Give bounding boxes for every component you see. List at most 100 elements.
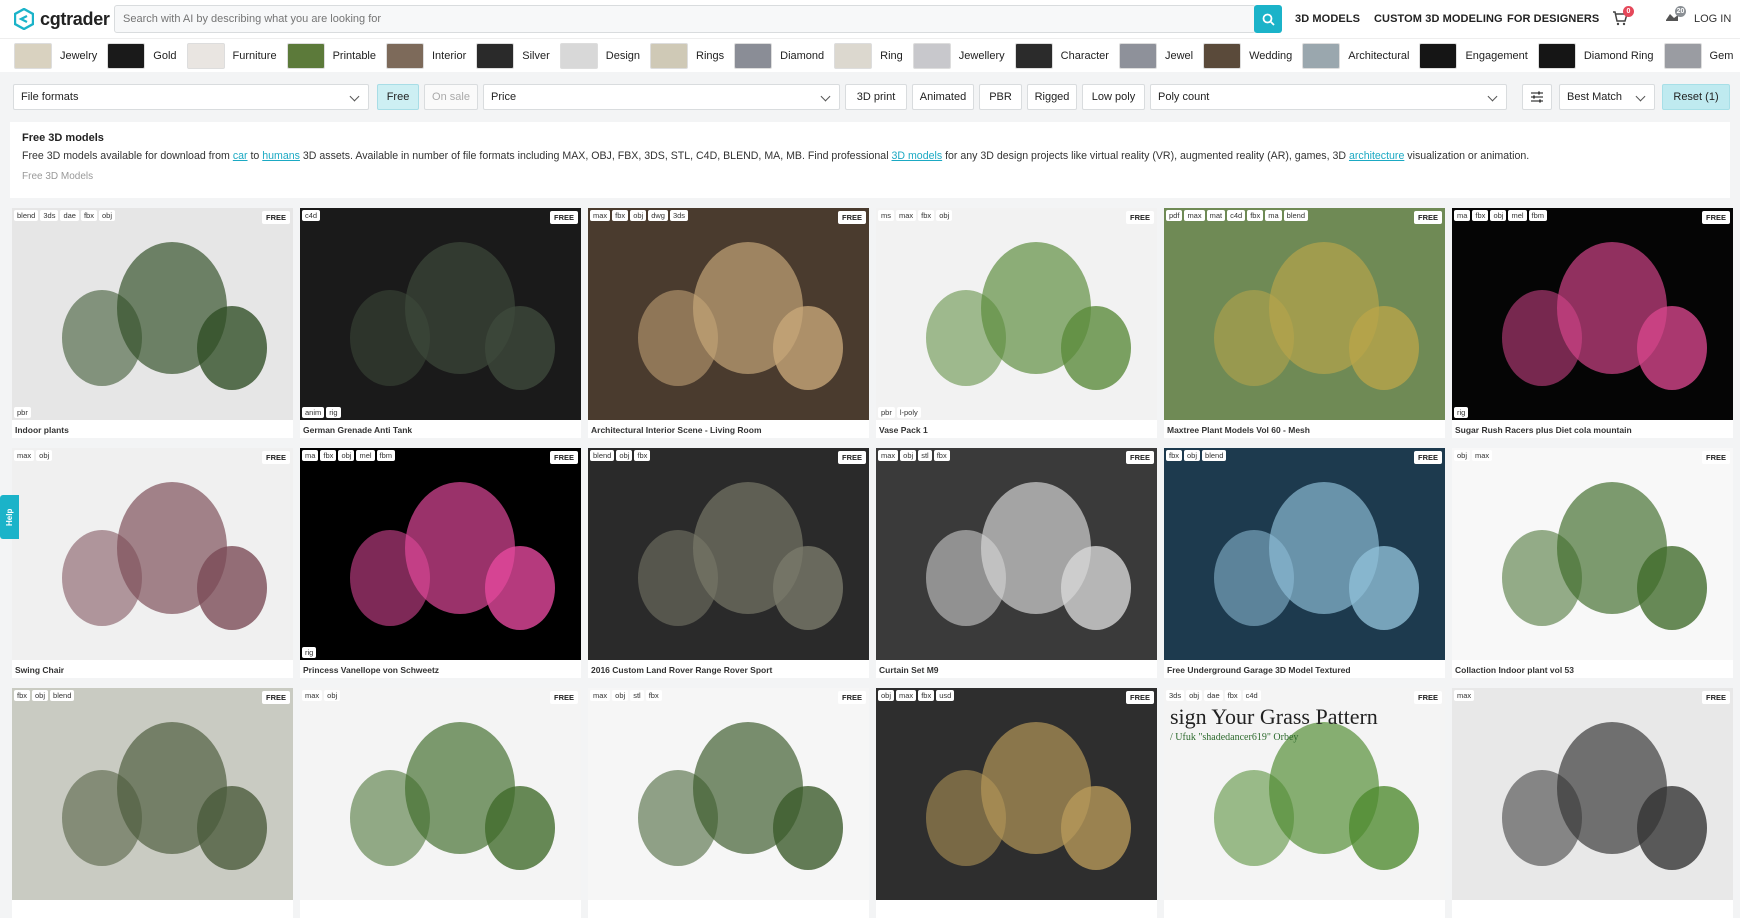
model-card[interactable]: ma fbx obj mel fbm rig FREE Sugar Rush Racers p… xyxy=(1452,208,1733,438)
model-title[interactable]: Vase Pack 1 xyxy=(879,425,928,435)
model-preview-art xyxy=(1502,242,1707,390)
model-thumbnail[interactable]: obj max fbx usd FREE xyxy=(876,688,1157,900)
model-card[interactable]: sign Your Grass Pattern / Ufuk "shadedanc… xyxy=(1164,688,1445,918)
on-sale-filter-button[interactable]: On sale xyxy=(424,84,478,110)
price-select[interactable]: Price xyxy=(483,84,840,110)
model-title[interactable]: Collaction Indoor plant vol 53 xyxy=(1455,665,1574,675)
low-poly-filter-button[interactable]: Low poly xyxy=(1082,84,1145,110)
model-title[interactable]: Free Underground Garage 3D Model Texture… xyxy=(1167,665,1351,675)
model-thumbnail[interactable]: ms max fbx obj pbr l-poly FREE xyxy=(876,208,1157,420)
model-thumbnail[interactable]: max FREE xyxy=(1452,688,1733,900)
reset-button[interactable]: Reset (1) xyxy=(1662,84,1730,110)
cart-button[interactable]: 0 xyxy=(1612,6,1634,31)
model-thumbnail[interactable]: blend obj fbx FREE xyxy=(588,448,869,660)
search-box[interactable] xyxy=(114,5,1256,33)
model-card[interactable]: blend obj fbx FREE 2016 Custom Land Rover Ra… xyxy=(588,448,869,678)
file-formats-select[interactable]: File formats xyxy=(13,84,369,110)
model-thumbnail[interactable]: c4d anim rig FREE xyxy=(300,208,581,420)
category-item[interactable]: Jewelry xyxy=(14,42,97,69)
model-card[interactable]: ma fbx obj mel fbm rig FREE Princess Vanellope … xyxy=(300,448,581,678)
category-item[interactable]: Character xyxy=(1014,42,1109,69)
search-input[interactable] xyxy=(115,6,1255,32)
category-item[interactable]: Gold xyxy=(107,42,177,69)
model-title[interactable]: Indoor plants xyxy=(15,425,69,435)
format-tag: fbx xyxy=(1166,450,1183,461)
model-title[interactable]: Curtain Set M9 xyxy=(879,665,939,675)
model-thumbnail[interactable]: blend 3ds dae fbx obj pbr FREE xyxy=(12,208,293,420)
category-item[interactable]: Wedding xyxy=(1203,42,1292,69)
category-label: Jewel xyxy=(1164,49,1194,62)
category-item[interactable]: Furniture xyxy=(186,42,277,69)
3d-print-filter-button[interactable]: 3D print xyxy=(845,84,907,110)
category-item[interactable]: Silver xyxy=(476,42,550,69)
free-filter-button[interactable]: Free xyxy=(377,84,419,110)
category-item[interactable]: Diamond xyxy=(734,42,824,69)
humans-link[interactable]: humans xyxy=(262,150,300,162)
model-thumbnail[interactable]: max obj stl fbx FREE xyxy=(876,448,1157,660)
advanced-filters-button[interactable] xyxy=(1522,84,1552,110)
model-thumbnail[interactable]: max obj FREE xyxy=(12,448,293,660)
model-card[interactable]: max FREE xyxy=(1452,688,1733,918)
model-card[interactable]: c4d anim rig FREE German Grenade Anti Tank xyxy=(300,208,581,438)
model-thumbnail[interactable]: max obj FREE xyxy=(300,688,581,900)
category-item[interactable]: Printable xyxy=(286,42,376,69)
format-tags: max obj xyxy=(14,450,53,461)
model-thumbnail[interactable]: ma fbx obj mel fbm rig FREE xyxy=(1452,208,1733,420)
model-title[interactable]: Maxtree Plant Models Vol 60 - Mesh xyxy=(1167,425,1310,435)
nav-3d-models[interactable]: 3D MODELS xyxy=(1295,13,1360,25)
nav-custom-modeling[interactable]: CUSTOM 3D MODELING xyxy=(1374,13,1503,25)
logo[interactable]: cgtrader xyxy=(14,8,110,30)
category-item[interactable]: Interior xyxy=(386,42,466,69)
category-item[interactable]: Jewel xyxy=(1118,42,1194,69)
model-card[interactable]: obj max fbx usd FREE xyxy=(876,688,1157,918)
category-item[interactable]: Gem xyxy=(1663,42,1733,69)
breadcrumb[interactable]: Free 3D Models xyxy=(22,171,1718,182)
architecture-link[interactable]: architecture xyxy=(1349,150,1404,162)
model-card[interactable]: pdf max mat c4d fbx ma blend FREE Maxtree Plant … xyxy=(1164,208,1445,438)
model-thumbnail[interactable]: max fbx obj dwg 3ds FREE xyxy=(588,208,869,420)
model-card[interactable]: max obj FREE xyxy=(300,688,581,918)
category-item[interactable]: Diamond Ring xyxy=(1537,42,1654,69)
pbr-filter-button[interactable]: PBR xyxy=(979,84,1022,110)
rigged-filter-button[interactable]: Rigged xyxy=(1027,84,1077,110)
model-thumbnail[interactable]: max obj stl fbx FREE xyxy=(588,688,869,900)
model-card[interactable]: blend 3ds dae fbx obj pbr FREE Indoor plants xyxy=(12,208,293,438)
model-title[interactable]: German Grenade Anti Tank xyxy=(303,425,412,435)
category-item[interactable]: Engagement xyxy=(1419,42,1528,69)
car-link[interactable]: car xyxy=(233,150,248,162)
search-button[interactable] xyxy=(1254,5,1282,33)
poly-count-select[interactable]: Poly count xyxy=(1150,84,1507,110)
model-title[interactable]: Princess Vanellope von Schweetz xyxy=(303,665,439,675)
model-thumbnail[interactable]: pdf max mat c4d fbx ma blend FREE xyxy=(1164,208,1445,420)
category-item[interactable]: Design xyxy=(559,42,640,69)
model-card[interactable]: fbx obj blend FREE xyxy=(12,688,293,918)
model-card[interactable]: obj max FREE Collaction Indoor plant vol 53 xyxy=(1452,448,1733,678)
model-thumbnail[interactable]: obj max FREE xyxy=(1452,448,1733,660)
model-title[interactable]: Architectural Interior Scene - Living Ro… xyxy=(591,425,762,435)
category-item[interactable]: Rings xyxy=(650,42,724,69)
free-badge: FREE xyxy=(1125,451,1154,464)
model-thumbnail[interactable]: fbx obj blend FREE xyxy=(12,688,293,900)
login-link[interactable]: LOG IN xyxy=(1694,13,1731,25)
model-card[interactable]: max fbx obj dwg 3ds FREE Architectural Interio… xyxy=(588,208,869,438)
animated-filter-button[interactable]: Animated xyxy=(912,84,974,110)
model-card[interactable]: fbx obj blend FREE Free Underground Garage 3… xyxy=(1164,448,1445,678)
category-item[interactable]: Jewellery xyxy=(912,42,1005,69)
wishlist-button[interactable]: 20 xyxy=(1664,6,1686,31)
model-thumbnail[interactable]: ma fbx obj mel fbm rig FREE xyxy=(300,448,581,660)
model-title[interactable]: Sugar Rush Racers plus Diet cola mountai… xyxy=(1455,425,1632,435)
model-thumbnail[interactable]: sign Your Grass Pattern / Ufuk "shadedanc… xyxy=(1164,688,1445,900)
model-title[interactable]: Swing Chair xyxy=(15,665,64,675)
category-item[interactable]: Architectural xyxy=(1302,42,1409,69)
3d-models-link[interactable]: 3D models xyxy=(892,150,943,162)
category-item[interactable]: Ring xyxy=(834,42,903,69)
nav-for-designers[interactable]: FOR DESIGNERS xyxy=(1507,13,1599,25)
model-card[interactable]: max obj stl fbx FREE xyxy=(588,688,869,918)
model-card[interactable]: max obj FREE Swing Chair xyxy=(12,448,293,678)
help-tab[interactable]: Help xyxy=(0,495,19,539)
model-title[interactable]: 2016 Custom Land Rover Range Rover Sport xyxy=(591,665,772,675)
model-thumbnail[interactable]: fbx obj blend FREE xyxy=(1164,448,1445,660)
model-card[interactable]: max obj stl fbx FREE Curtain Set M9 xyxy=(876,448,1157,678)
model-card[interactable]: ms max fbx obj pbr l-poly FREE Vase Pack 1 xyxy=(876,208,1157,438)
sort-select[interactable]: Best Match xyxy=(1559,84,1655,110)
